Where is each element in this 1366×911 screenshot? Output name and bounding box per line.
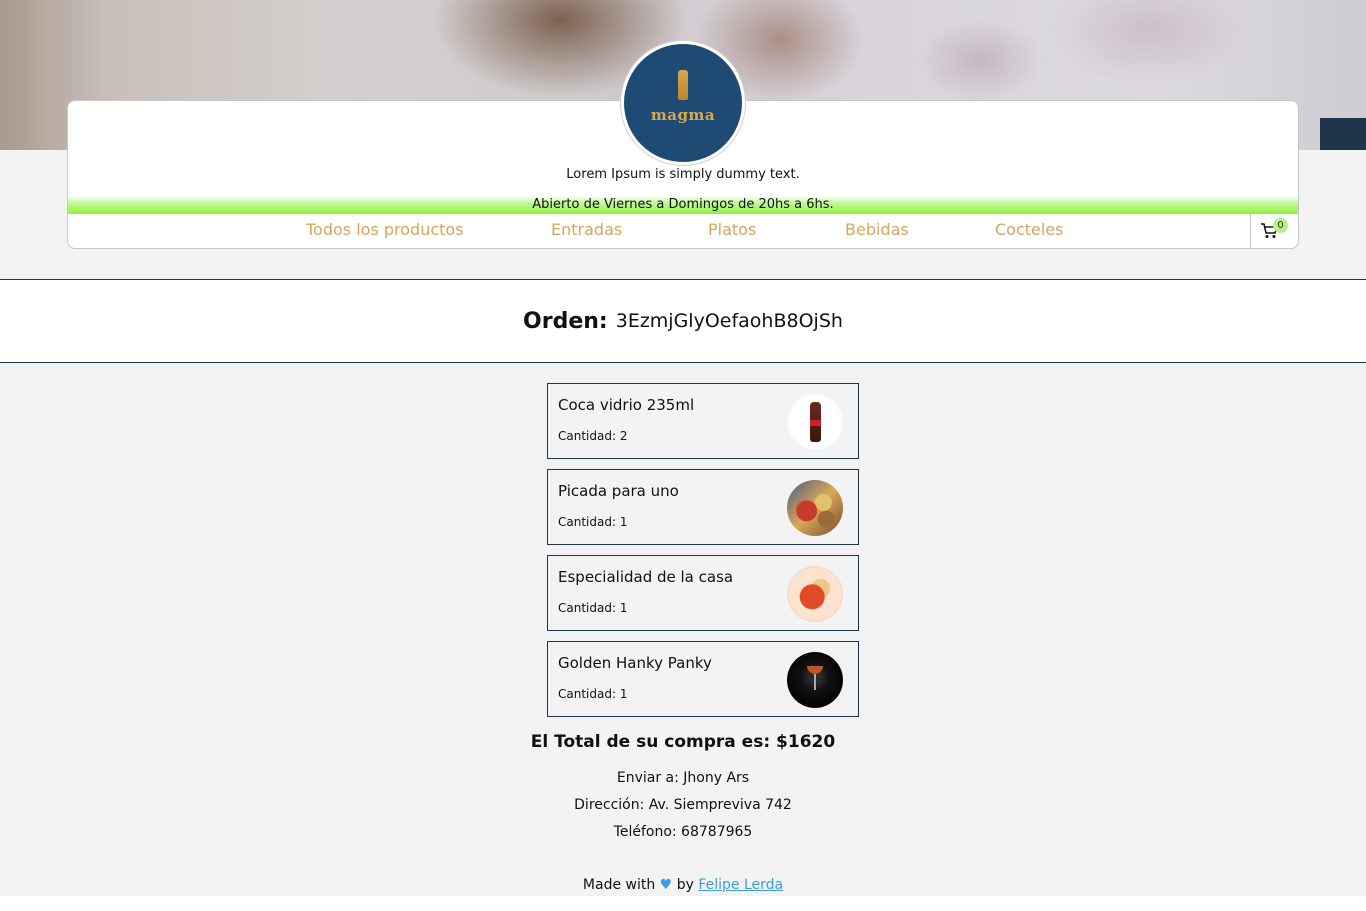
order-header: Orden: 3EzmjGlyOefaohB8OjSh	[0, 279, 1366, 363]
nav-item-bebidas[interactable]: Bebidas	[845, 220, 909, 239]
nav-item-entradas[interactable]: Entradas	[551, 220, 622, 239]
send-to: Enviar a: Jhony Ars	[616, 770, 750, 786]
item-quantity: Cantidad: 1	[558, 601, 628, 615]
order-items-list: Coca vidrio 235ml Cantidad: 2 Picada par…	[547, 383, 859, 727]
cart-count-badge: 0	[1273, 218, 1288, 233]
cart-button[interactable]: 0	[1250, 214, 1298, 248]
logo-bottle-icon	[678, 70, 688, 100]
order-item: Picada para uno Cantidad: 1	[547, 469, 859, 545]
item-quantity: Cantidad: 1	[558, 515, 628, 529]
page-bottom	[0, 896, 1366, 911]
item-quantity: Cantidad: 1	[558, 687, 628, 701]
footer-by: by	[676, 877, 694, 893]
banner-decoration	[1320, 118, 1366, 150]
footer: Made with ♥ by Felipe Lerda	[0, 877, 1366, 893]
heart-icon: ♥	[659, 877, 673, 893]
footer-made-with: Made with	[582, 877, 656, 893]
nav-item-cocteles[interactable]: Cocteles	[995, 220, 1064, 239]
address: Dirección: Av. Siempreviva 742	[574, 797, 792, 813]
item-image-coca	[787, 394, 843, 450]
hours-banner: Abierto de Viernes a Domingos de 20hs a …	[68, 196, 1298, 214]
item-name: Coca vidrio 235ml	[558, 396, 695, 414]
order-label: Orden:	[523, 308, 608, 334]
nav-item-todos[interactable]: Todos los productos	[306, 220, 464, 239]
item-quantity: Cantidad: 2	[558, 429, 628, 443]
tagline: Lorem Ipsum is simply dummy text.	[566, 167, 800, 182]
nav-item-platos[interactable]: Platos	[708, 220, 756, 239]
order-id: 3EzmjGlyOefaohB8OjSh	[615, 310, 843, 332]
author-link[interactable]: Felipe Lerda	[698, 877, 783, 893]
item-image-golden	[787, 652, 843, 708]
logo-text: magma	[650, 106, 716, 124]
order-total: El Total de su compra es: $1620	[530, 732, 836, 752]
item-name: Picada para uno	[558, 482, 679, 500]
order-summary: El Total de su compra es: $1620 Enviar a…	[0, 732, 1366, 846]
item-image-especialidad	[787, 566, 843, 622]
item-name: Golden Hanky Panky	[558, 654, 712, 672]
order-item: Especialidad de la casa Cantidad: 1	[547, 555, 859, 631]
item-name: Especialidad de la casa	[558, 568, 734, 586]
order-item: Coca vidrio 235ml Cantidad: 2	[547, 383, 859, 459]
phone: Teléfono: 68787965	[613, 824, 753, 840]
order-item: Golden Hanky Panky Cantidad: 1	[547, 641, 859, 717]
item-image-picada	[787, 480, 843, 536]
brand-logo[interactable]: magma	[621, 41, 745, 165]
category-nav: Todos los productos Entradas Platos Bebi…	[68, 214, 1298, 248]
